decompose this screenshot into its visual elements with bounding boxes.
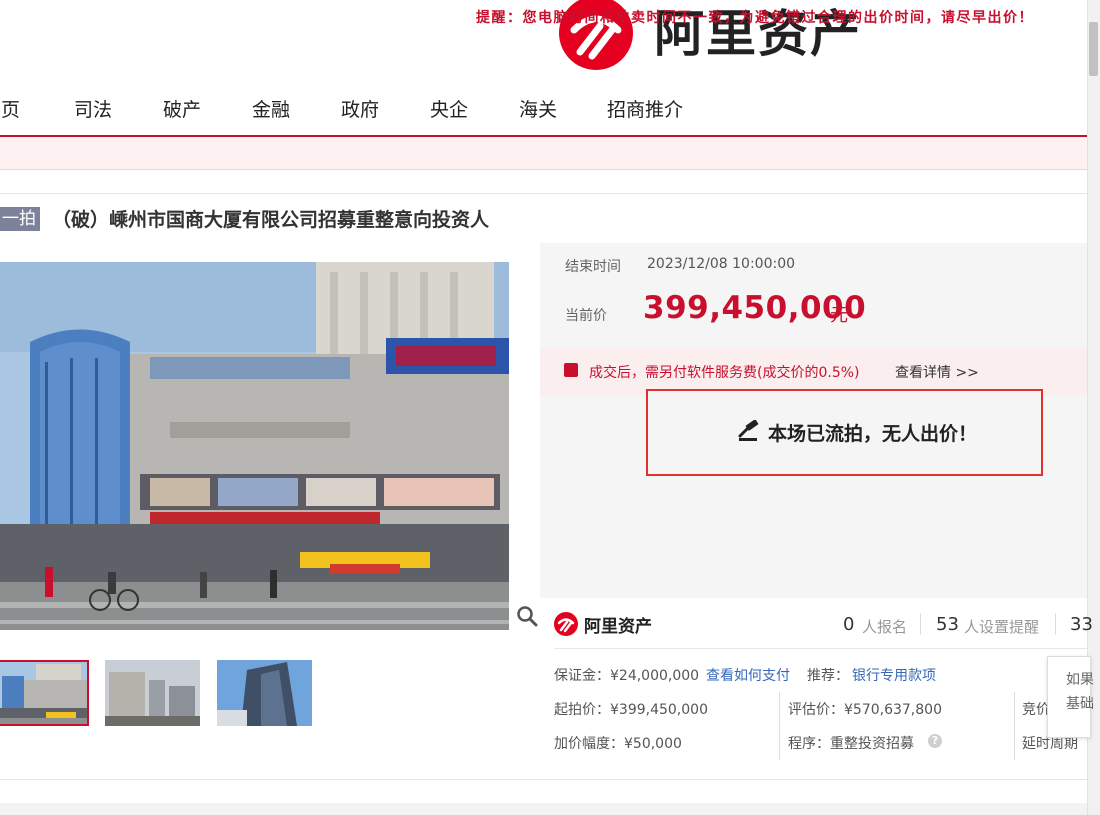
fee-notice-icon: [564, 363, 578, 377]
bank-account-link[interactable]: 银行专用款项: [852, 665, 936, 685]
fee-details-link[interactable]: 查看详情 >>: [895, 362, 979, 382]
stats-separator: [1055, 613, 1056, 635]
nav-government[interactable]: 政府: [341, 92, 379, 128]
tooltip-line-1: 如果: [1066, 672, 1094, 688]
thumbnail-office-image: [105, 660, 200, 726]
price-unit: 元: [830, 305, 848, 326]
thumbnail-2[interactable]: [105, 660, 200, 726]
stats-separator: [920, 613, 921, 635]
time-warning-text: 提醒：您电脑时间和拍卖时间不一致，为避免错过合理的出价时间，请尽早出价！: [476, 10, 1034, 26]
thumbnail-tower-image: [217, 660, 312, 726]
auction-round-tag: 一拍: [0, 207, 40, 231]
divider: [0, 193, 1087, 194]
reminder-count: 53: [936, 614, 959, 635]
reminder-label: 人设置提醒: [964, 618, 1040, 636]
thumbnail-1[interactable]: [0, 660, 89, 726]
bidding-label: 竞价: [1022, 702, 1050, 718]
nav-investment-promotion[interactable]: 招商推介: [607, 92, 683, 128]
how-to-pay-link[interactable]: 查看如何支付: [706, 665, 790, 685]
small-brand-name: 阿里资产: [584, 617, 652, 637]
registered-label: 人报名: [862, 618, 908, 636]
info-tooltip: 如果 基础: [1047, 656, 1094, 738]
increment-value: 加价幅度：¥50,000: [554, 736, 682, 752]
thumbnail-building-image: [0, 662, 87, 724]
deposit-value: 保证金：¥24,000,000: [554, 668, 700, 684]
help-question-icon[interactable]: ?: [928, 734, 942, 748]
nav-home[interactable]: 首页: [0, 92, 20, 128]
nav-finance[interactable]: 金融: [252, 92, 290, 128]
ali-assets-small-logo-icon: [554, 612, 578, 636]
time-warning-bar: [0, 137, 1087, 170]
recommend-label: 推荐：: [807, 668, 849, 684]
end-time-label: 结束时间: [565, 259, 621, 275]
section-divider: [0, 779, 1087, 780]
info-separator: [1014, 692, 1015, 760]
info-divider: [554, 648, 1087, 649]
auction-passed-text: 本场已流拍，无人出价！: [768, 423, 978, 445]
evaluation-price-value: 评估价：¥570,637,800: [788, 702, 942, 718]
info-separator: [779, 692, 780, 760]
start-price-value: 起拍价：¥399,450,000: [554, 702, 708, 718]
service-fee-text: 成交后，需另付软件服务费(成交价的0.5%): [589, 365, 860, 381]
main-nav: 首页 司法 破产 金融 政府 央企 海关 招商推介: [0, 92, 1087, 132]
nav-customs[interactable]: 海关: [519, 92, 557, 128]
building-photo-image: [0, 262, 509, 630]
nav-central-enterprise[interactable]: 央企: [430, 92, 468, 128]
nav-bankruptcy[interactable]: 破产: [163, 92, 201, 128]
thumbnail-3[interactable]: [217, 660, 312, 726]
views-count: 33: [1070, 614, 1093, 635]
auction-hammer-icon: [738, 420, 759, 441]
end-time-value: 2023/12/08 10:00:00: [647, 256, 796, 272]
zoom-icon[interactable]: [516, 605, 538, 627]
tooltip-line-2: 基础: [1066, 696, 1094, 712]
nav-judicial[interactable]: 司法: [74, 92, 112, 128]
scrollbar-thumb[interactable]: [1089, 22, 1098, 76]
registered-count: 0: [843, 614, 855, 635]
procedure-value: 程序：重整投资招募: [788, 736, 914, 752]
page-bottom-bar: [0, 803, 1087, 815]
current-price-label: 当前价: [565, 308, 607, 324]
listing-title: （破）嵊州市国商大厦有限公司招募重整意向投资人: [52, 209, 490, 231]
main-listing-image[interactable]: [0, 262, 509, 630]
